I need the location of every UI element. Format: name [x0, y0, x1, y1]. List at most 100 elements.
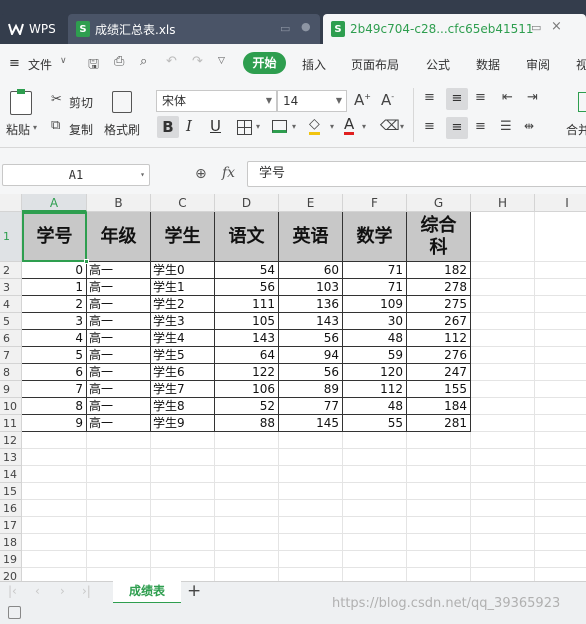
column-header-H[interactable]: H [471, 194, 535, 212]
font-color-icon[interactable]: A [344, 116, 355, 135]
table-cell[interactable]: 学生4 [151, 330, 215, 347]
border-icon[interactable] [237, 120, 252, 135]
table-cell[interactable]: 88 [215, 415, 279, 432]
row-header-17[interactable]: 17 [0, 517, 22, 534]
print-preview-icon[interactable]: ⌕ [140, 54, 147, 69]
table-cell[interactable]: 高一 [87, 347, 151, 364]
table-cell[interactable]: 145 [279, 415, 343, 432]
row-header-4[interactable]: 4 [0, 296, 22, 313]
grid-cell[interactable] [407, 483, 471, 500]
grid-cell[interactable] [151, 449, 215, 466]
grid-cell[interactable] [22, 449, 87, 466]
grid-cell[interactable] [343, 432, 407, 449]
redo-icon[interactable]: ↷ [192, 54, 203, 69]
table-cell[interactable]: 94 [279, 347, 343, 364]
grid-cell[interactable] [87, 466, 151, 483]
underline-icon[interactable]: U [210, 117, 221, 135]
grid-cell[interactable] [535, 517, 586, 534]
undo-icon[interactable]: ↶ [166, 54, 177, 69]
grid-cell[interactable] [215, 449, 279, 466]
grid-cell[interactable] [343, 449, 407, 466]
grid-cell[interactable] [535, 212, 586, 262]
sheet-tab-active[interactable]: 成绩表 [113, 581, 181, 604]
grid-cell[interactable] [535, 364, 586, 381]
table-cell[interactable]: 278 [407, 279, 471, 296]
table-cell[interactable]: 学生8 [151, 398, 215, 415]
table-cell[interactable]: 5 [22, 347, 87, 364]
grid-cell[interactable] [22, 534, 87, 551]
table-cell[interactable]: 109 [343, 296, 407, 313]
close-dot-icon[interactable]: ● [301, 20, 311, 33]
grid-cell[interactable] [343, 483, 407, 500]
table-cell[interactable]: 学生9 [151, 415, 215, 432]
copy-button[interactable]: 复制 [69, 121, 93, 138]
header-cell[interactable]: 语文 [215, 212, 279, 262]
row-header-19[interactable]: 19 [0, 551, 22, 568]
formula-input[interactable]: 学号 [247, 161, 586, 187]
row-header-18[interactable]: 18 [0, 534, 22, 551]
table-cell[interactable]: 56 [279, 330, 343, 347]
grid-cell[interactable] [22, 500, 87, 517]
grid-cell[interactable] [87, 551, 151, 568]
table-cell[interactable]: 56 [279, 364, 343, 381]
grid-cell[interactable] [343, 517, 407, 534]
menu-formulas[interactable]: 公式 [426, 56, 450, 73]
copy-icon[interactable]: ⧉ [51, 118, 60, 133]
table-cell[interactable]: 281 [407, 415, 471, 432]
grid-cell[interactable] [151, 483, 215, 500]
add-sheet-button[interactable]: + [187, 581, 201, 601]
table-cell[interactable]: 学生0 [151, 262, 215, 279]
grid-cell[interactable] [471, 551, 535, 568]
row-header-12[interactable]: 12 [0, 432, 22, 449]
chevron-down-icon[interactable]: ▾ [400, 122, 404, 131]
table-cell[interactable]: 54 [215, 262, 279, 279]
row-header-10[interactable]: 10 [0, 398, 22, 415]
grid-cell[interactable] [279, 534, 343, 551]
table-cell[interactable]: 64 [215, 347, 279, 364]
row-header-1[interactable]: 1 [0, 212, 22, 262]
format-painter-button[interactable]: 格式刷 [104, 121, 140, 138]
align-left-icon[interactable]: ≡ [424, 119, 435, 134]
align-middle-icon[interactable]: ≡ [446, 88, 468, 110]
grid-cell[interactable] [343, 500, 407, 517]
table-cell[interactable]: 4 [22, 330, 87, 347]
grid-cell[interactable] [279, 500, 343, 517]
grid-cell[interactable] [215, 483, 279, 500]
row-header-8[interactable]: 8 [0, 364, 22, 381]
table-cell[interactable]: 48 [343, 398, 407, 415]
menu-file[interactable]: 文件 [28, 56, 52, 73]
grid-cell[interactable] [151, 500, 215, 517]
table-cell[interactable]: 7 [22, 381, 87, 398]
menu-review[interactable]: 审阅 [526, 56, 550, 73]
font-size-select[interactable]: 14 ▼ [277, 90, 347, 112]
header-cell[interactable]: 年级 [87, 212, 151, 262]
header-cell[interactable]: 学生 [151, 212, 215, 262]
tab-file-active[interactable]: S 2b49c704-c28...cfc65eb41511 ▭ × [323, 14, 586, 44]
grid-cell[interactable] [535, 262, 586, 279]
grid-cell[interactable] [22, 432, 87, 449]
paste-button[interactable]: 粘贴 [6, 121, 30, 138]
column-header-C[interactable]: C [151, 194, 215, 212]
grid-cell[interactable] [279, 551, 343, 568]
chevron-down-icon[interactable]: ▾ [330, 122, 334, 131]
grid-cell[interactable] [215, 534, 279, 551]
fill-handle[interactable] [84, 259, 89, 264]
grid-cell[interactable] [471, 347, 535, 364]
column-header-B[interactable]: B [87, 194, 151, 212]
bold-icon[interactable]: B [157, 116, 179, 138]
column-header-F[interactable]: F [343, 194, 407, 212]
grid-cell[interactable] [279, 517, 343, 534]
grid-cell[interactable] [535, 534, 586, 551]
grid-cell[interactable] [471, 483, 535, 500]
row-header-3[interactable]: 3 [0, 279, 22, 296]
grid-cell[interactable] [151, 517, 215, 534]
table-cell[interactable]: 136 [279, 296, 343, 313]
align-center-icon[interactable]: ≡ [446, 117, 468, 139]
save-icon[interactable]: 🖫 [88, 55, 99, 77]
table-cell[interactable]: 267 [407, 313, 471, 330]
grid-cell[interactable] [471, 313, 535, 330]
row-header-14[interactable]: 14 [0, 466, 22, 483]
grid-cell[interactable] [535, 313, 586, 330]
table-cell[interactable]: 高一 [87, 279, 151, 296]
grid-cell[interactable] [87, 534, 151, 551]
